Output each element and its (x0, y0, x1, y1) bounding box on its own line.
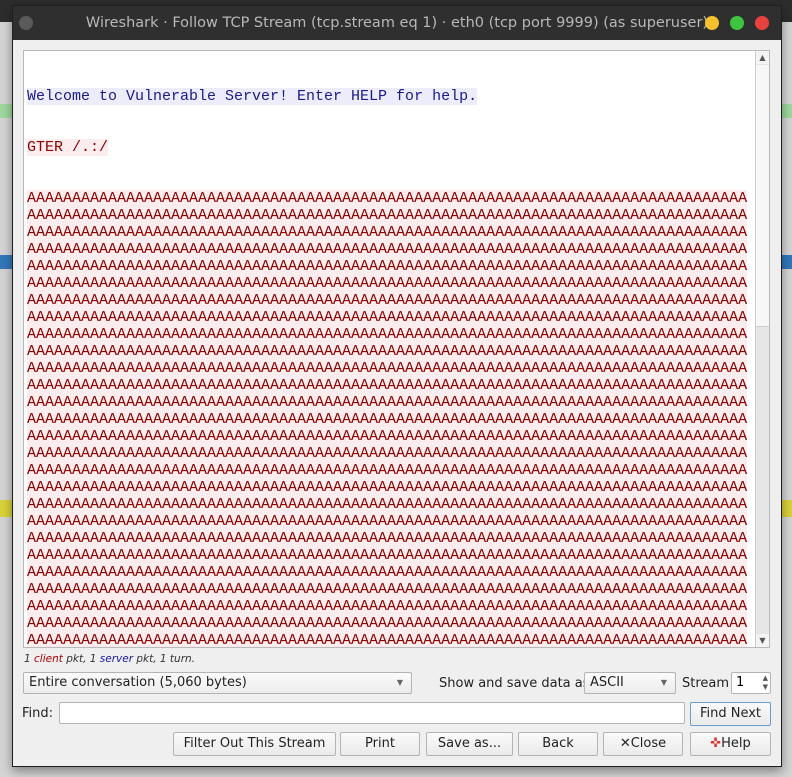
minimize-button[interactable] (705, 16, 719, 30)
client-payload-line: AAAAAAAAAAAAAAAAAAAAAAAAAAAAAAAAAAAAAAAA… (27, 615, 748, 632)
client-payload-line: AAAAAAAAAAAAAAAAAAAAAAAAAAAAAAAAAAAAAAAA… (27, 190, 748, 207)
background-packet-row-selected (782, 255, 792, 269)
vertical-scrollbar[interactable]: ▲ ▼ (755, 51, 769, 647)
find-next-button[interactable]: Find Next (690, 702, 771, 726)
back-button[interactable]: Back (518, 732, 598, 756)
client-payload-line: AAAAAAAAAAAAAAAAAAAAAAAAAAAAAAAAAAAAAAAA… (27, 462, 748, 479)
stream-number-spinbox[interactable]: 1 ▲ ▼ (731, 672, 771, 694)
client-payload-line: AAAAAAAAAAAAAAAAAAAAAAAAAAAAAAAAAAAAAAAA… (27, 564, 748, 581)
client-payload-line: AAAAAAAAAAAAAAAAAAAAAAAAAAAAAAAAAAAAAAAA… (27, 207, 748, 224)
window-menu-icon[interactable] (19, 16, 33, 30)
find-input[interactable] (59, 702, 685, 724)
print-button[interactable]: Print (340, 732, 420, 756)
close-button[interactable]: ✕Close (603, 732, 683, 756)
client-payload-line: AAAAAAAAAAAAAAAAAAAAAAAAAAAAAAAAAAAAAAAA… (27, 394, 748, 411)
background-packet-row (782, 104, 792, 118)
find-label: Find: (22, 706, 54, 721)
client-payload-line: AAAAAAAAAAAAAAAAAAAAAAAAAAAAAAAAAAAAAAAA… (27, 581, 748, 598)
client-payload-line: AAAAAAAAAAAAAAAAAAAAAAAAAAAAAAAAAAAAAAAA… (27, 547, 748, 564)
help-lifebuoy-icon: ✜ (710, 736, 722, 751)
client-payload-line: AAAAAAAAAAAAAAAAAAAAAAAAAAAAAAAAAAAAAAAA… (27, 479, 748, 496)
close-window-button[interactable] (755, 16, 769, 30)
background-packet-row (0, 104, 12, 118)
client-payload-line: AAAAAAAAAAAAAAAAAAAAAAAAAAAAAAAAAAAAAAAA… (27, 309, 748, 326)
client-payload-line: AAAAAAAAAAAAAAAAAAAAAAAAAAAAAAAAAAAAAAAA… (27, 360, 748, 377)
stream-summary: 1 client pkt, 1 server pkt, 1 turn. (24, 653, 196, 665)
data-format-select[interactable]: ASCII ▼ (584, 672, 676, 694)
stream-content-area[interactable]: Welcome to Vulnerable Server! Enter HELP… (23, 50, 770, 648)
stream-label: Stream (682, 676, 730, 691)
background-detail-row (782, 500, 792, 517)
client-payload-line: AAAAAAAAAAAAAAAAAAAAAAAAAAAAAAAAAAAAAAAA… (27, 377, 748, 394)
filter-out-stream-button[interactable]: Filter Out This Stream (173, 732, 336, 756)
spin-arrows-icon: ▲ ▼ (762, 674, 768, 691)
client-payload-line: AAAAAAAAAAAAAAAAAAAAAAAAAAAAAAAAAAAAAAAA… (27, 632, 748, 648)
follow-tcp-stream-dialog: Wireshark · Follow TCP Stream (tcp.strea… (12, 5, 782, 767)
client-payload-line: AAAAAAAAAAAAAAAAAAAAAAAAAAAAAAAAAAAAAAAA… (27, 326, 748, 343)
client-payload-line: AAAAAAAAAAAAAAAAAAAAAAAAAAAAAAAAAAAAAAAA… (27, 445, 748, 462)
client-payload-line: AAAAAAAAAAAAAAAAAAAAAAAAAAAAAAAAAAAAAAAA… (27, 496, 748, 513)
scrollbar-thumb[interactable] (756, 65, 769, 327)
client-payload-line: AAAAAAAAAAAAAAAAAAAAAAAAAAAAAAAAAAAAAAAA… (27, 275, 748, 292)
background-detail-row (0, 500, 12, 517)
maximize-button[interactable] (730, 16, 744, 30)
help-button[interactable]: ✜Help (690, 732, 771, 756)
client-payload-line: AAAAAAAAAAAAAAAAAAAAAAAAAAAAAAAAAAAAAAAA… (27, 428, 748, 445)
scroll-down-arrow-icon[interactable]: ▼ (756, 634, 769, 647)
save-as-button[interactable]: Save as... (426, 732, 513, 756)
client-payload-line: AAAAAAAAAAAAAAAAAAAAAAAAAAAAAAAAAAAAAAAA… (27, 343, 748, 360)
client-payload-line: AAAAAAAAAAAAAAAAAAAAAAAAAAAAAAAAAAAAAAAA… (27, 513, 748, 530)
client-payload-line: AAAAAAAAAAAAAAAAAAAAAAAAAAAAAAAAAAAAAAAA… (27, 530, 748, 547)
close-x-icon: ✕ (619, 736, 631, 751)
window-title: Wireshark · Follow TCP Stream (tcp.strea… (85, 15, 709, 31)
client-payload-line: AAAAAAAAAAAAAAAAAAAAAAAAAAAAAAAAAAAAAAAA… (27, 241, 748, 258)
conversation-select[interactable]: Entire conversation (5,060 bytes) ▼ (23, 672, 412, 694)
chevron-down-icon: ▼ (660, 678, 667, 687)
client-text: GTER /.:/ (27, 139, 109, 156)
background-packet-row-selected (0, 255, 12, 269)
client-payload-line: AAAAAAAAAAAAAAAAAAAAAAAAAAAAAAAAAAAAAAAA… (27, 292, 748, 309)
title-bar[interactable]: Wireshark · Follow TCP Stream (tcp.strea… (13, 6, 781, 40)
show-as-label: Show and save data as (439, 676, 590, 691)
client-payload-line: AAAAAAAAAAAAAAAAAAAAAAAAAAAAAAAAAAAAAAAA… (27, 224, 748, 241)
client-payload-line: AAAAAAAAAAAAAAAAAAAAAAAAAAAAAAAAAAAAAAAA… (27, 411, 748, 428)
scroll-up-arrow-icon[interactable]: ▲ (756, 51, 769, 64)
client-payload-line: AAAAAAAAAAAAAAAAAAAAAAAAAAAAAAAAAAAAAAAA… (27, 598, 748, 615)
chevron-down-icon: ▼ (396, 678, 403, 687)
server-text: Welcome to Vulnerable Server! Enter HELP… (27, 88, 478, 105)
client-payload-line: AAAAAAAAAAAAAAAAAAAAAAAAAAAAAAAAAAAAAAAA… (27, 258, 748, 275)
